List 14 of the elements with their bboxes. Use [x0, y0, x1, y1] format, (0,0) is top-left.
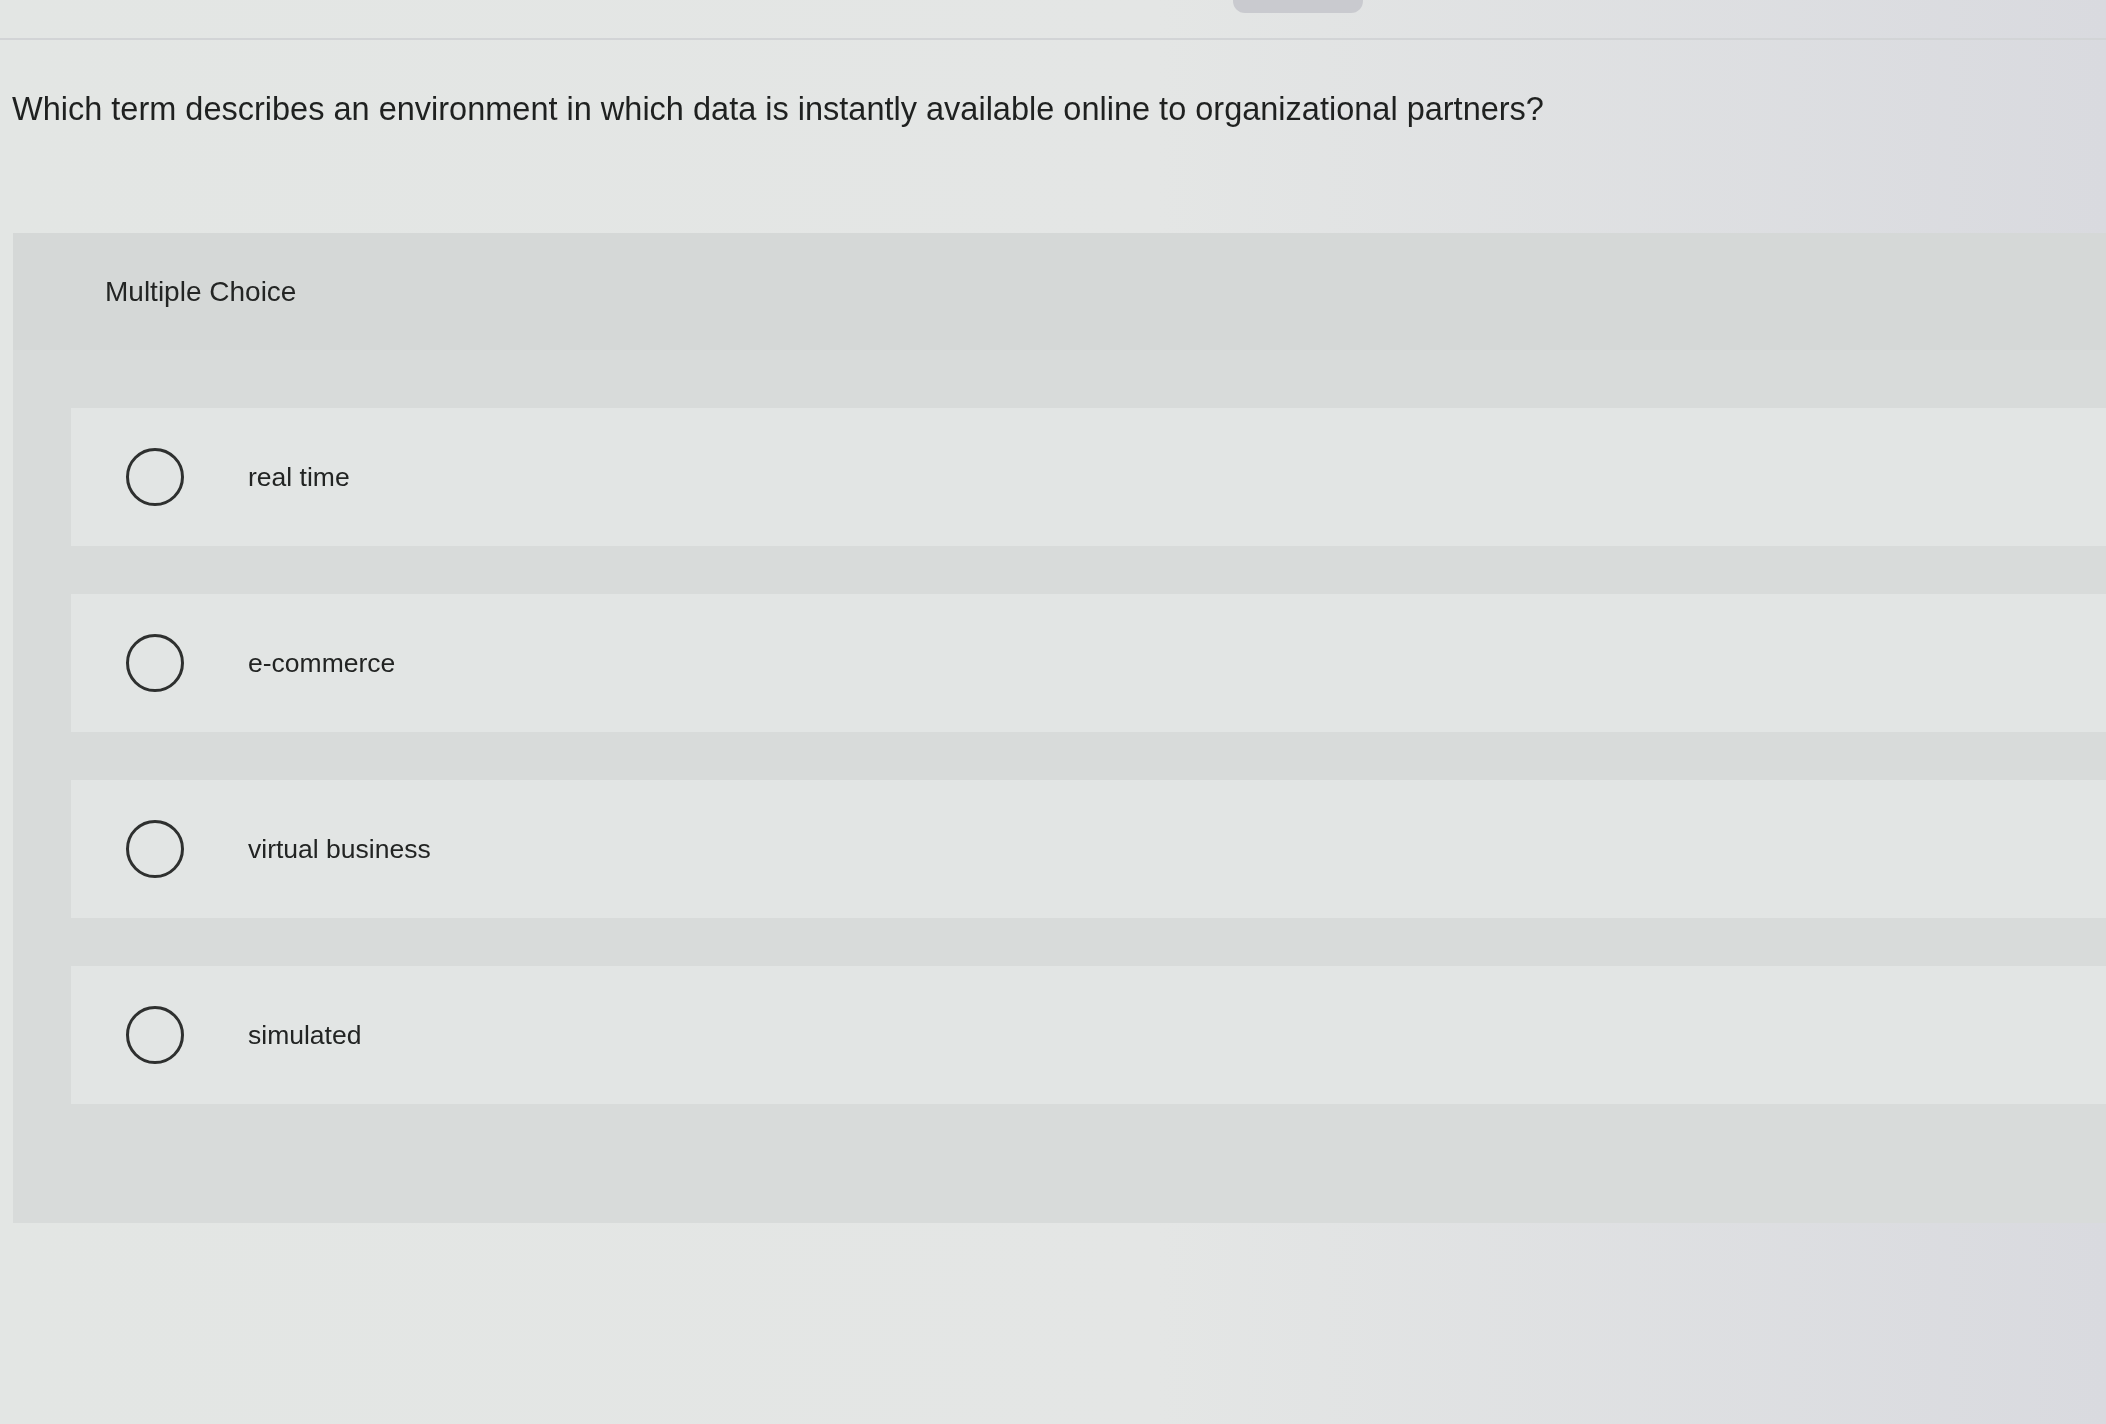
answer-option[interactable]: virtual business [71, 780, 2106, 918]
option-label: e-commerce [248, 647, 396, 679]
option-label: real time [248, 461, 350, 493]
answer-option[interactable]: e-commerce [71, 594, 2106, 732]
radio-button[interactable] [126, 1006, 184, 1064]
radio-button[interactable] [126, 448, 184, 506]
answer-option[interactable]: real time [71, 408, 2106, 546]
question-type-label: Multiple Choice [105, 275, 297, 308]
radio-button[interactable] [126, 820, 184, 878]
question-text: Which term describes an environment in which data is instantly available online to organizational partners? [12, 90, 1544, 128]
option-label: simulated [248, 1019, 362, 1051]
radio-button[interactable] [126, 634, 184, 692]
option-label: virtual business [248, 833, 431, 865]
answer-option[interactable]: simulated [71, 966, 2106, 1104]
